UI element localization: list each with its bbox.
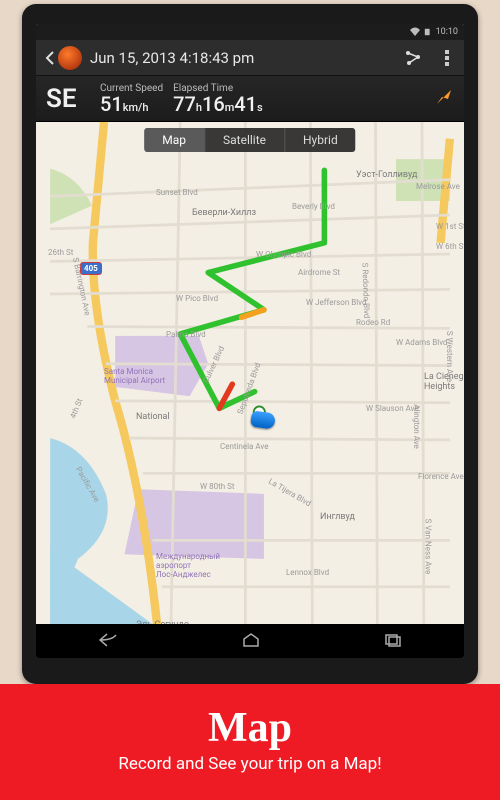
elapsed-stat: Elapsed Time 77h16m41s — [173, 83, 263, 114]
speed-value: 51km/h — [100, 94, 163, 114]
tablet-frame: 10:10 Jun 15, 2013 4:18:43 pm SE Current… — [22, 4, 478, 684]
road-florence: Florence Ave — [418, 472, 464, 481]
share-button[interactable] — [396, 40, 430, 76]
tab-satellite[interactable]: Satellite — [205, 128, 285, 152]
place-la-cienega: La CienegaHeights — [424, 372, 464, 392]
elapsed-value: 77h16m41s — [173, 94, 263, 114]
back-button[interactable] — [42, 51, 58, 65]
road-vanness: S Van Ness Ave — [423, 519, 432, 575]
road-adams: W Adams Blvd — [396, 338, 448, 347]
battery-icon — [424, 27, 432, 37]
road-airdrome: Airdrome St — [298, 268, 340, 277]
road-sixth: W 6th St — [436, 242, 464, 251]
wifi-icon — [410, 27, 420, 37]
page-title: Jun 15, 2013 4:18:43 pm — [90, 49, 396, 67]
compass-direction: SE — [46, 84, 90, 114]
road-redondo: S Redondo Blvd — [360, 262, 371, 318]
place-inglewood: Инглвуд — [320, 512, 355, 522]
road-rodeo: Rodeo Rd — [356, 318, 390, 327]
road-80th: W 80th St — [200, 482, 234, 491]
nav-recents-button[interactable] — [384, 632, 402, 651]
speed-stat: Current Speed 51km/h — [100, 83, 163, 114]
info-strip: SE Current Speed 51km/h Elapsed Time 77h… — [36, 76, 464, 122]
road-beverly: Beverly Blvd — [292, 202, 335, 211]
road-centinela: Centinela Ave — [220, 442, 268, 451]
nav-back-button[interactable] — [98, 632, 118, 651]
compass-arrow-icon — [434, 87, 454, 111]
place-beverly-hills: Беверли-Хиллз — [192, 208, 256, 218]
place-el-segundo: Эль-Сегундо — [136, 620, 189, 624]
app-logo-icon — [58, 46, 82, 70]
tab-hybrid[interactable]: Hybrid — [285, 128, 356, 152]
poi-lax: МеждународныйаэропортЛос-Анджелес — [156, 552, 220, 579]
road-pico: W Pico Blvd — [176, 294, 218, 303]
road-olympic: W Olympic Blvd — [256, 250, 311, 259]
tab-map[interactable]: Map — [144, 128, 205, 152]
android-statusbar: 10:10 — [36, 24, 464, 40]
road-lennox: Lennox Blvd — [286, 568, 329, 577]
road-slauson: W Slauson Ave — [366, 404, 419, 413]
road-melrose: Melrose Ave — [416, 182, 460, 191]
android-navbar — [36, 624, 464, 658]
overflow-menu-button[interactable] — [430, 40, 464, 76]
poi-santa-monica-airport: Santa MonicaMunicipal Airport — [104, 367, 165, 385]
place-national: National — [136, 412, 170, 422]
nav-home-button[interactable] — [242, 632, 260, 651]
place-west-hollywood: Уэст-Голливуд — [356, 170, 417, 180]
map-type-tabs: Map Satellite Hybrid — [144, 128, 355, 152]
banner-subtitle: Record and See your trip on a Map! — [0, 754, 500, 774]
promo-banner: Map Record and See your trip on a Map! — [0, 684, 500, 800]
road-first: W 1st St — [436, 222, 464, 231]
road-jefferson: W Jefferson Blvd — [306, 298, 367, 307]
map-canvas[interactable]: 405 Santa MonicaMunicipal Airport Nation… — [36, 122, 464, 624]
banner-title: Map — [0, 704, 500, 752]
status-time: 10:10 — [436, 27, 458, 37]
road-palms: Palms Blvd — [166, 330, 206, 339]
road-26th: 26th St — [48, 248, 73, 257]
road-sunset: Sunset Blvd — [156, 188, 198, 197]
actionbar: Jun 15, 2013 4:18:43 pm — [36, 40, 464, 76]
screen: 10:10 Jun 15, 2013 4:18:43 pm SE Current… — [36, 24, 464, 658]
road-alington: Alington Ave — [412, 404, 421, 449]
